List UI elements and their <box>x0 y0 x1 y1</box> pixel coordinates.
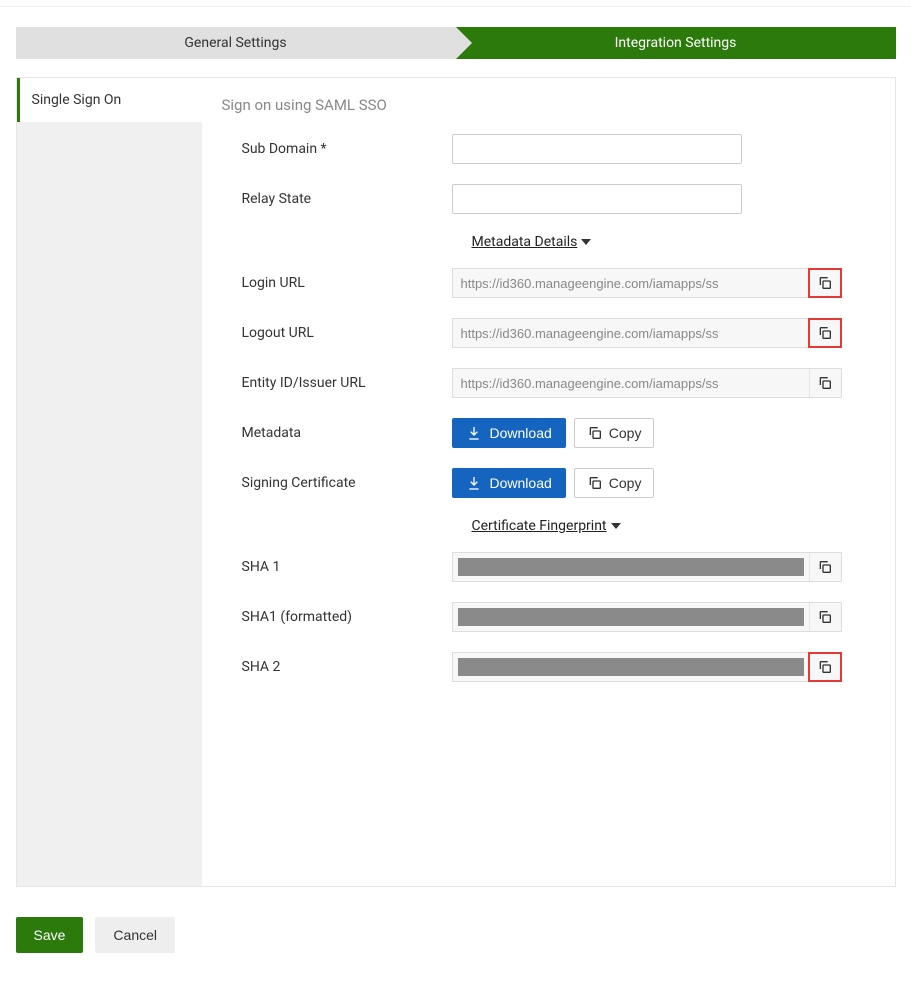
button-label: Copy <box>609 475 642 491</box>
copy-logout-url-button[interactable] <box>809 319 841 347</box>
copy-login-url-button[interactable] <box>809 269 841 297</box>
copy-icon <box>817 275 833 291</box>
copy-entity-id-button[interactable] <box>809 369 841 397</box>
copy-cert-button[interactable]: Copy <box>574 468 655 498</box>
tab-integration-settings[interactable]: Integration Settings <box>456 27 896 59</box>
logout-url-value[interactable] <box>453 319 809 347</box>
button-label: Cancel <box>113 927 157 943</box>
collapsible-label-text: Metadata Details <box>472 234 578 250</box>
sha1-formatted-value-redacted <box>458 608 804 626</box>
button-label: Copy <box>609 425 642 441</box>
sidebar-item-sso[interactable]: Single Sign On <box>17 78 202 122</box>
button-label: Download <box>490 475 552 491</box>
download-cert-button[interactable]: Download <box>452 468 566 498</box>
sha1-label: SHA 1 <box>222 559 452 575</box>
sidebar-item-label: Single Sign On <box>32 92 122 108</box>
section-title: Sign on using SAML SSO <box>222 96 875 114</box>
cancel-button[interactable]: Cancel <box>95 917 175 953</box>
signing-cert-label: Signing Certificate <box>222 475 452 491</box>
cert-fingerprint-toggle[interactable]: Certificate Fingerprint <box>472 518 621 534</box>
login-url-value[interactable] <box>453 269 809 297</box>
sha2-value-redacted <box>458 658 804 676</box>
sidebar: Single Sign On <box>17 78 202 886</box>
copy-icon <box>587 425 603 441</box>
caret-down-icon <box>611 523 621 529</box>
copy-icon <box>587 475 603 491</box>
relay-state-label: Relay State <box>222 191 452 207</box>
entity-id-label: Entity ID/Issuer URL <box>222 375 452 391</box>
copy-icon <box>817 659 833 675</box>
sha2-label: SHA 2 <box>222 659 452 675</box>
copy-sha1-formatted-button[interactable] <box>809 603 841 631</box>
copy-sha1-button[interactable] <box>809 553 841 581</box>
wizard-tabs: General Settings Integration Settings <box>16 27 896 59</box>
logout-url-label: Logout URL <box>222 325 452 341</box>
copy-metadata-button[interactable]: Copy <box>574 418 655 448</box>
tab-label: General Settings <box>184 35 286 51</box>
copy-sha2-button[interactable] <box>809 653 841 681</box>
sha1-formatted-label: SHA1 (formatted) <box>222 609 452 625</box>
download-icon <box>466 475 482 491</box>
login-url-label: Login URL <box>222 275 452 291</box>
sub-domain-input[interactable] <box>452 134 742 164</box>
button-label: Save <box>34 927 66 943</box>
download-icon <box>466 425 482 441</box>
metadata-details-toggle[interactable]: Metadata Details <box>472 234 592 250</box>
metadata-label: Metadata <box>222 425 452 441</box>
button-label: Download <box>490 425 552 441</box>
relay-state-input[interactable] <box>452 184 742 214</box>
tab-label: Integration Settings <box>615 35 737 51</box>
copy-icon <box>817 559 833 575</box>
save-button[interactable]: Save <box>16 917 84 953</box>
collapsible-label-text: Certificate Fingerprint <box>472 518 607 534</box>
entity-id-value[interactable] <box>453 369 809 397</box>
copy-icon <box>817 375 833 391</box>
tab-general-settings[interactable]: General Settings <box>16 27 456 59</box>
copy-icon <box>817 325 833 341</box>
sub-domain-label: Sub Domain * <box>222 141 452 157</box>
download-metadata-button[interactable]: Download <box>452 418 566 448</box>
sha1-value-redacted <box>458 558 804 576</box>
copy-icon <box>817 609 833 625</box>
caret-down-icon <box>581 239 591 245</box>
